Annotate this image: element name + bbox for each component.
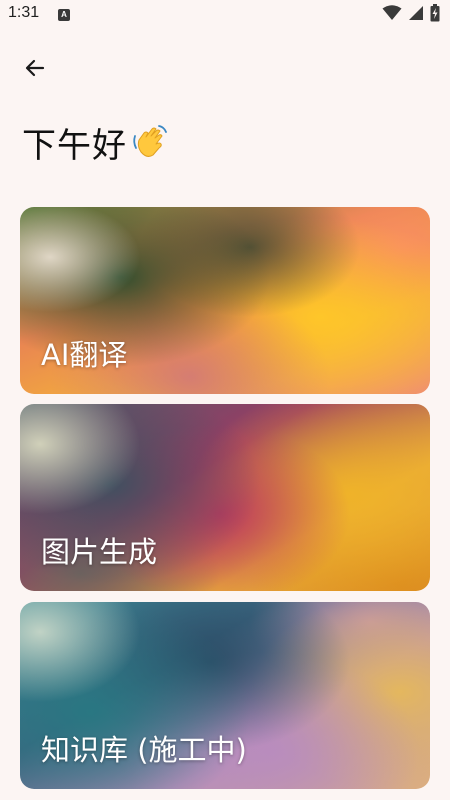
status-icons [382, 4, 440, 26]
card-label: 知识库 (施工中) [41, 733, 247, 767]
wifi-icon [382, 5, 402, 25]
card-knowledge-base[interactable]: 知识库 (施工中) [20, 602, 430, 789]
status-bar: 1:31 A [0, 0, 450, 30]
card-label: 图片生成 [41, 535, 158, 569]
waving-hand-icon [129, 122, 169, 162]
cell-signal-icon [408, 5, 424, 25]
greeting: 下午好 [22, 120, 169, 166]
battery-charging-icon [430, 4, 440, 26]
card-label: AI翻译 [41, 338, 128, 372]
greeting-text: 下午好 [22, 125, 127, 166]
app-screen: 1:31 A 下午好 AI翻译 图片生成 知识库 (施工中) [0, 0, 450, 800]
arrow-left-icon [23, 56, 47, 84]
notification-a-icon: A [58, 9, 70, 21]
back-button[interactable] [16, 52, 54, 88]
card-ai-translate[interactable]: AI翻译 [20, 207, 430, 394]
card-image-generation[interactable]: 图片生成 [20, 404, 430, 591]
status-time: 1:31 [8, 4, 40, 21]
